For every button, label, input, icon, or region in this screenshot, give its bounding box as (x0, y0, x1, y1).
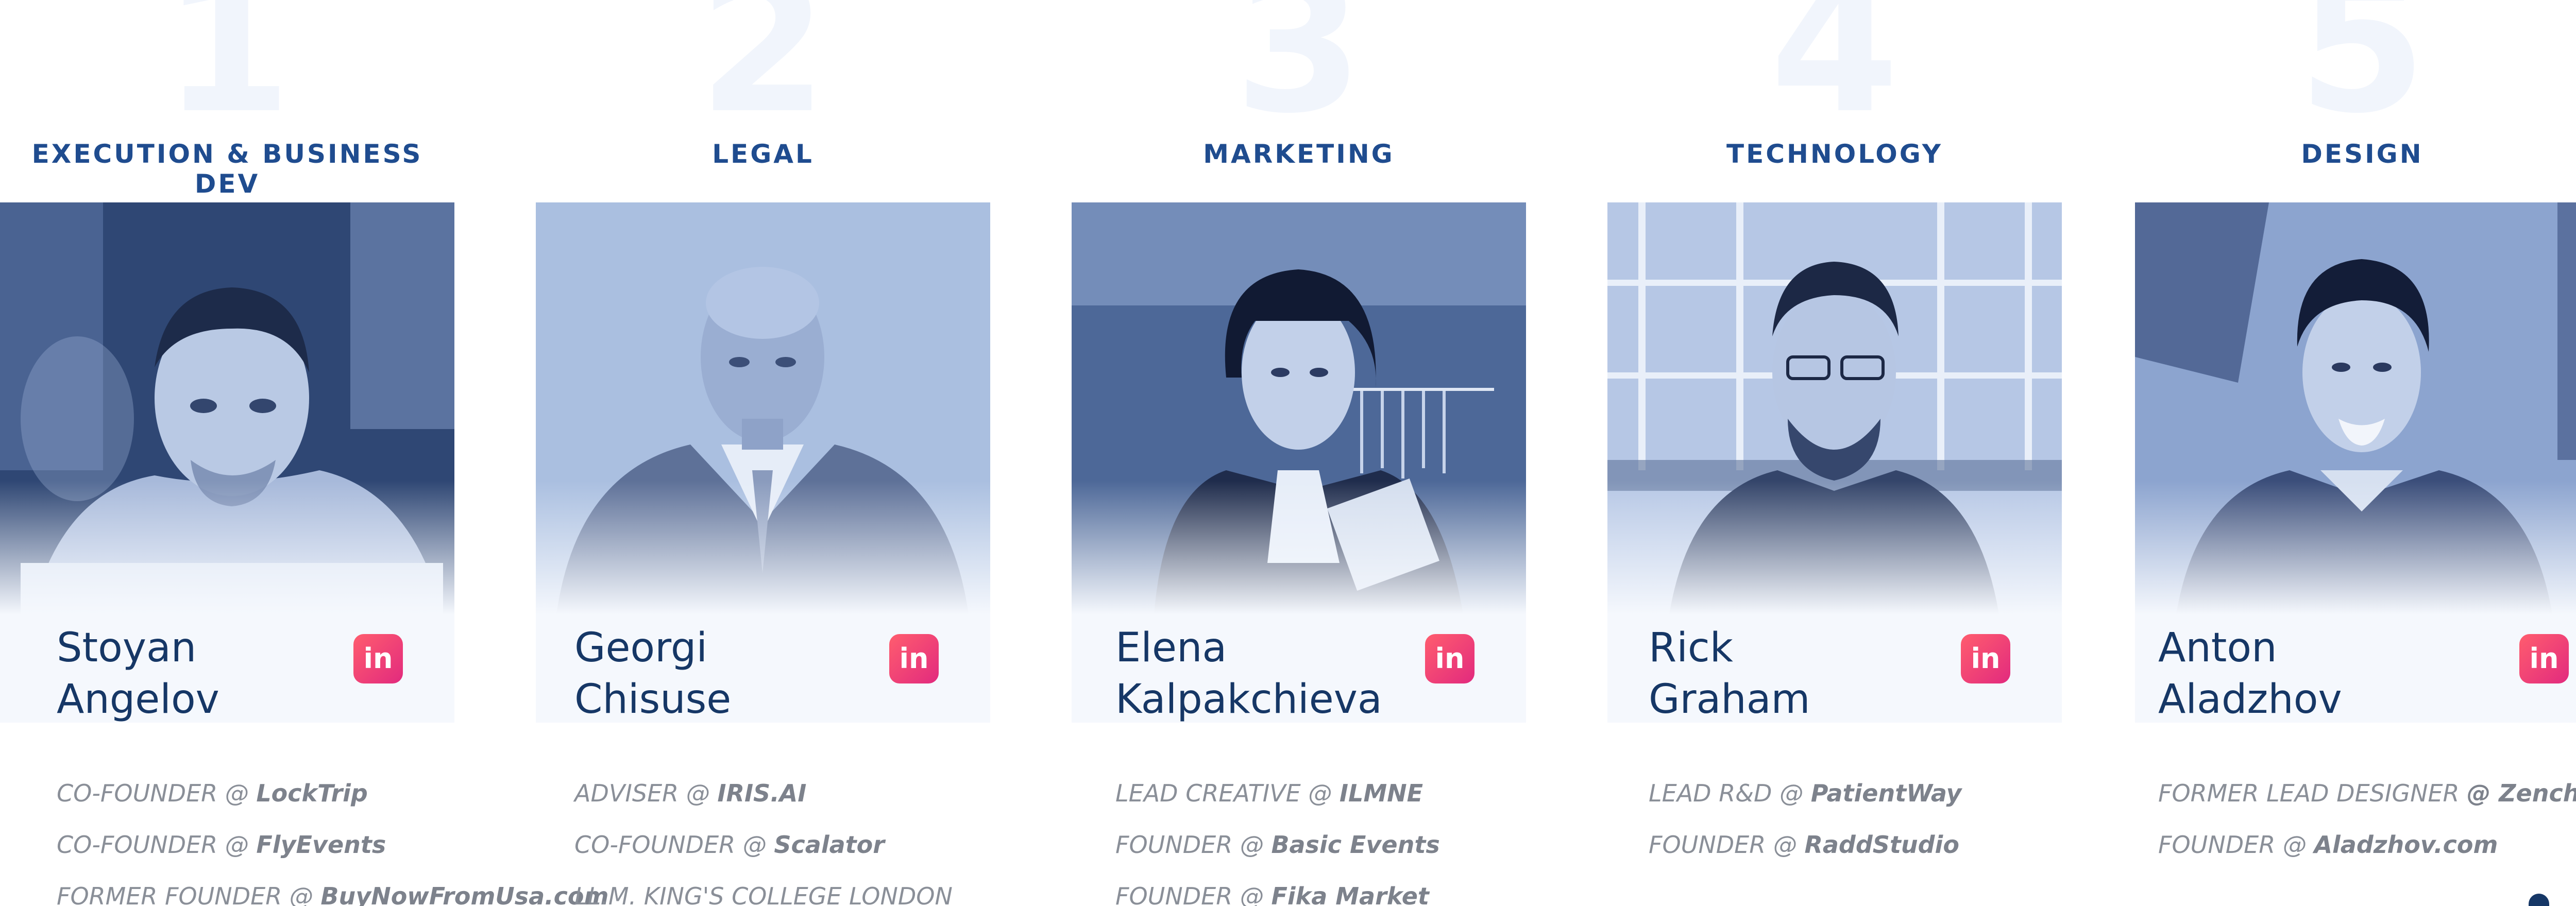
role-line: FORMER LEAD DESIGNER @ Zencharts (2158, 767, 2576, 819)
role-title: FOUNDER @ (1115, 831, 1272, 859)
role-title: LEAD CREATIVE @ (1115, 779, 1340, 807)
member-roles: LEAD R&D @ PatientWay FOUNDER @ RaddStud… (1649, 767, 2123, 870)
member-photo (536, 202, 990, 614)
role-title: FOUNDER @ (2158, 831, 2314, 859)
role-org: BuyNowFromUsa.com (320, 882, 609, 906)
member-last-name: Chisuse (574, 676, 732, 723)
team-member-card: 1 EXECUTION & BUSINESS DEV Stoyan Angelo… (0, 0, 608, 906)
member-photo (0, 202, 454, 614)
role-org: Fika Market (1271, 882, 1429, 906)
role-org: Basic Events (1271, 831, 1440, 859)
role-line: CO-FOUNDER @ LockTrip (57, 767, 531, 819)
role-title: CO-FOUNDER @ (57, 779, 257, 807)
member-card: Elena Kalpakchieva in (1072, 202, 1526, 723)
role-title: CO-FOUNDER @ (574, 831, 774, 859)
member-photo (1072, 202, 1526, 614)
member-first-name: Elena (1115, 625, 1227, 671)
role-line: LL.M. KING'S COLLEGE LONDON (574, 870, 1048, 906)
member-last-name: Kalpakchieva (1115, 676, 1382, 723)
member-card: Georgi Chisuse in (536, 202, 990, 723)
team-section: 1 EXECUTION & BUSINESS DEV Stoyan Angelo… (0, 0, 2576, 906)
role-org: LockTrip (256, 779, 368, 807)
role-org: Aladzhov.com (2314, 831, 2498, 859)
role-title: FORMER FOUNDER @ (57, 882, 321, 906)
member-category: MARKETING (1203, 139, 1395, 169)
member-roles: ADVISER @ IRIS.AI CO-FOUNDER @ Scalator … (574, 767, 1048, 906)
member-first-name: Stoyan (57, 625, 197, 671)
member-card: Stoyan Angelov in (0, 202, 454, 723)
role-title: ADVISER @ (574, 779, 718, 807)
role-line: FOUNDER @ Aladzhov.com (2158, 819, 2576, 870)
photo-fade (1072, 481, 1526, 614)
role-org: Scalator (774, 831, 885, 859)
photo-fade (2135, 481, 2576, 614)
member-number: 2 (698, 0, 828, 154)
photo-fade (536, 481, 990, 614)
photo-fade (1607, 481, 2062, 614)
linkedin-icon[interactable]: in (353, 634, 403, 683)
role-org: PatientWay (1810, 779, 1962, 807)
role-title: CO-FOUNDER @ (57, 831, 257, 859)
member-number: 1 (162, 0, 292, 154)
member-first-name: Rick (1649, 625, 1733, 671)
member-roles: LEAD CREATIVE @ ILMNE FOUNDER @ Basic Ev… (1115, 767, 1589, 906)
role-line: FOUNDER @ Fika Market (1115, 870, 1589, 906)
role-line: FOUNDER @ RaddStudio (1649, 819, 2123, 870)
role-org: IRIS.AI (717, 779, 807, 807)
role-title: LL.M. KING'S COLLEGE LONDON (574, 882, 953, 906)
role-line: LEAD CREATIVE @ ILMNE (1115, 767, 1589, 819)
role-line: CO-FOUNDER @ Scalator (574, 819, 1048, 870)
role-line: LEAD R&D @ PatientWay (1649, 767, 2123, 819)
role-line: FOUNDER @ Basic Events (1115, 819, 1589, 870)
photo-fade (0, 481, 454, 614)
role-line: ADVISER @ IRIS.AI (574, 767, 1048, 819)
member-category: LEGAL (712, 139, 814, 169)
linkedin-icon[interactable]: in (1961, 634, 2010, 683)
member-number: 5 (2297, 0, 2427, 154)
member-name: Rick Graham (1649, 622, 1917, 725)
member-category: DESIGN (2301, 139, 2424, 169)
linkedin-icon[interactable]: in (2519, 634, 2569, 683)
role-org: ILMNE (1339, 779, 1423, 807)
member-number: 4 (1770, 0, 1900, 154)
role-title: LEAD R&D @ (1649, 779, 1811, 807)
role-line: FORMER FOUNDER @ BuyNowFromUsa.com (57, 870, 608, 906)
role-org: RaddStudio (1804, 831, 1959, 859)
role-title: FOUNDER @ (1115, 882, 1272, 906)
team-member-card: 5 DESIGN Anton Aladzhov in FORMER LEAD D… (2135, 0, 2576, 906)
member-name: Anton Aladzhov (2158, 622, 2426, 725)
member-category: TECHNOLOGY (1726, 139, 1943, 169)
member-name: Elena Kalpakchieva (1115, 622, 1383, 725)
team-member-card: 2 LEGAL Georgi Chisuse in ADVISER @ IRIS… (536, 0, 990, 906)
member-last-name: Graham (1649, 676, 1810, 723)
member-category: EXECUTION & BUSINESS DEV (31, 139, 423, 199)
member-roles: FORMER LEAD DESIGNER @ Zencharts FOUNDER… (2158, 767, 2576, 870)
member-last-name: Aladzhov (2158, 676, 2342, 723)
member-number: 3 (1234, 0, 1364, 154)
member-photo (2135, 202, 2576, 614)
member-card: Anton Aladzhov in (2135, 202, 2576, 723)
member-name: Stoyan Angelov (57, 622, 325, 725)
linkedin-icon[interactable]: in (889, 634, 939, 683)
member-photo (1607, 202, 2062, 614)
role-title: FOUNDER @ (1649, 831, 1805, 859)
role-org: @ Zencharts (2467, 779, 2576, 807)
member-first-name: Georgi (574, 625, 708, 671)
member-last-name: Angelov (57, 676, 219, 723)
linkedin-icon[interactable]: in (1425, 634, 1475, 683)
team-member-card: 3 MARKETING Elena Kalpakchieva in LEAD C… (1072, 0, 1526, 906)
role-line: CO-FOUNDER @ FlyEvents (57, 819, 531, 870)
member-first-name: Anton (2158, 625, 2277, 671)
role-title: FORMER LEAD DESIGNER (2158, 779, 2467, 807)
team-member-card: 4 TECHNOLOGY Rick Graham in LEAD R&D @ P… (1607, 0, 2062, 906)
member-name: Georgi Chisuse (574, 622, 842, 725)
role-org: FlyEvents (256, 831, 386, 859)
member-card: Rick Graham in (1607, 202, 2062, 723)
member-roles: CO-FOUNDER @ LockTrip CO-FOUNDER @ FlyEv… (57, 767, 608, 906)
